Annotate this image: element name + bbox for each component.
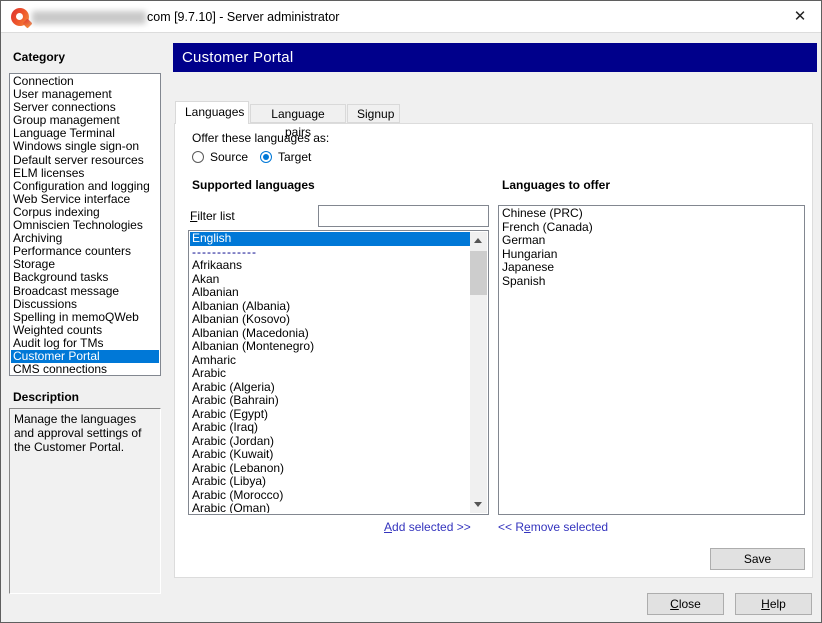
radio-off-icon bbox=[192, 151, 204, 163]
redacted-server-name bbox=[32, 11, 146, 24]
list-item[interactable]: Albanian (Albania) bbox=[190, 300, 470, 314]
add-selected-link[interactable]: Add selected >> bbox=[384, 520, 471, 534]
tab-signup[interactable]: Signup bbox=[347, 104, 400, 123]
radio-on-icon bbox=[260, 151, 272, 163]
server-administrator-window: com [9.7.10] - Server administrator ✕ Ca… bbox=[0, 0, 822, 623]
list-item[interactable]: Web Service interface bbox=[11, 193, 159, 206]
list-item[interactable]: Windows single sign-on bbox=[11, 140, 159, 153]
list-item[interactable]: Spanish bbox=[500, 275, 803, 289]
list-item[interactable]: Customer Portal bbox=[11, 350, 159, 363]
list-item[interactable]: Connection bbox=[11, 75, 159, 88]
source-radio-label: Source bbox=[210, 150, 248, 164]
list-item[interactable]: Background tasks bbox=[11, 271, 159, 284]
remove-selected-link[interactable]: << Remove selected bbox=[498, 520, 608, 534]
list-item[interactable]: Storage bbox=[11, 258, 159, 271]
list-item[interactable]: Japanese bbox=[500, 261, 803, 275]
supported-languages-listbox[interactable]: English-------------AfrikaansAkanAlbania… bbox=[188, 230, 489, 515]
scroll-up-icon[interactable] bbox=[470, 232, 487, 249]
list-item[interactable]: Arabic (Morocco) bbox=[190, 489, 470, 503]
list-item[interactable]: User management bbox=[11, 88, 159, 101]
list-item[interactable]: Arabic (Oman) bbox=[190, 502, 470, 513]
list-item[interactable]: Arabic (Libya) bbox=[190, 475, 470, 489]
list-item[interactable]: Arabic (Egypt) bbox=[190, 408, 470, 422]
list-item[interactable]: Afrikaans bbox=[190, 259, 470, 273]
list-item[interactable]: Audit log for TMs bbox=[11, 337, 159, 350]
filter-list-label: Filter list bbox=[190, 209, 235, 223]
scrollbar[interactable] bbox=[470, 232, 487, 513]
list-item[interactable]: Server connections bbox=[11, 101, 159, 114]
list-item[interactable]: ELM licenses bbox=[11, 167, 159, 180]
filter-input[interactable] bbox=[318, 205, 489, 227]
list-item[interactable]: Corpus indexing bbox=[11, 206, 159, 219]
window-title: com [9.7.10] - Server administrator bbox=[147, 10, 339, 24]
list-item[interactable]: Hungarian bbox=[500, 248, 803, 262]
list-item[interactable]: Albanian (Montenegro) bbox=[190, 340, 470, 354]
memoq-logo-icon bbox=[11, 8, 29, 26]
list-item[interactable]: Chinese (PRC) bbox=[500, 207, 803, 221]
tab-languages[interactable]: Languages bbox=[175, 101, 249, 124]
list-item[interactable]: CMS connections bbox=[11, 363, 159, 376]
list-item[interactable]: Arabic (Lebanon) bbox=[190, 462, 470, 476]
close-button[interactable]: Close bbox=[647, 593, 724, 615]
close-icon[interactable]: ✕ bbox=[790, 7, 810, 27]
languages-to-offer-listbox[interactable]: Chinese (PRC)French (Canada)GermanHungar… bbox=[498, 205, 805, 515]
scroll-down-icon[interactable] bbox=[470, 496, 487, 513]
list-item[interactable]: Default server resources bbox=[11, 154, 159, 167]
list-item[interactable]: Spelling in memoQWeb bbox=[11, 311, 159, 324]
languages-tab-page: Offer these languages as: Source Target … bbox=[174, 123, 813, 578]
description-text: Manage the languages and approval settin… bbox=[9, 408, 161, 594]
tab-language-pairs[interactable]: Language pairs bbox=[250, 104, 346, 123]
target-radio[interactable]: Target bbox=[260, 150, 311, 164]
list-item[interactable]: Albanian (Macedonia) bbox=[190, 327, 470, 341]
page-title: Customer Portal bbox=[173, 43, 817, 72]
scrollbar-thumb[interactable] bbox=[470, 251, 487, 295]
list-item[interactable]: Arabic bbox=[190, 367, 470, 381]
list-item[interactable]: German bbox=[500, 234, 803, 248]
list-item[interactable]: Omniscien Technologies bbox=[11, 219, 159, 232]
list-item[interactable]: Broadcast message bbox=[11, 285, 159, 298]
list-item[interactable]: ------------- bbox=[190, 246, 470, 260]
source-radio[interactable]: Source bbox=[192, 150, 248, 164]
title-bar: com [9.7.10] - Server administrator ✕ bbox=[1, 1, 821, 33]
list-item[interactable]: Arabic (Iraq) bbox=[190, 421, 470, 435]
languages-to-offer-label: Languages to offer bbox=[502, 178, 610, 192]
list-item[interactable]: Group management bbox=[11, 114, 159, 127]
list-item[interactable]: Performance counters bbox=[11, 245, 159, 258]
help-button[interactable]: Help bbox=[735, 593, 812, 615]
list-item[interactable]: Arabic (Algeria) bbox=[190, 381, 470, 395]
list-item[interactable]: Albanian (Kosovo) bbox=[190, 313, 470, 327]
save-button[interactable]: Save bbox=[710, 548, 805, 570]
category-label: Category bbox=[13, 50, 65, 64]
list-item[interactable]: Albanian bbox=[190, 286, 470, 300]
list-item[interactable]: Arabic (Bahrain) bbox=[190, 394, 470, 408]
list-item[interactable]: Amharic bbox=[190, 354, 470, 368]
list-item[interactable]: Configuration and logging bbox=[11, 180, 159, 193]
list-item[interactable]: Akan bbox=[190, 273, 470, 287]
description-label: Description bbox=[13, 390, 79, 404]
supported-languages-label: Supported languages bbox=[192, 178, 315, 192]
list-item[interactable]: English bbox=[190, 232, 470, 246]
list-item[interactable]: Language Terminal bbox=[11, 127, 159, 140]
list-item[interactable]: Discussions bbox=[11, 298, 159, 311]
list-item[interactable]: French (Canada) bbox=[500, 221, 803, 235]
category-list[interactable]: ConnectionUser managementServer connecti… bbox=[9, 73, 161, 376]
list-item[interactable]: Arabic (Kuwait) bbox=[190, 448, 470, 462]
target-radio-label: Target bbox=[278, 150, 311, 164]
list-item[interactable]: Weighted counts bbox=[11, 324, 159, 337]
list-item[interactable]: Archiving bbox=[11, 232, 159, 245]
list-item[interactable]: Arabic (Jordan) bbox=[190, 435, 470, 449]
supported-languages-items: English-------------AfrikaansAkanAlbania… bbox=[190, 232, 470, 513]
